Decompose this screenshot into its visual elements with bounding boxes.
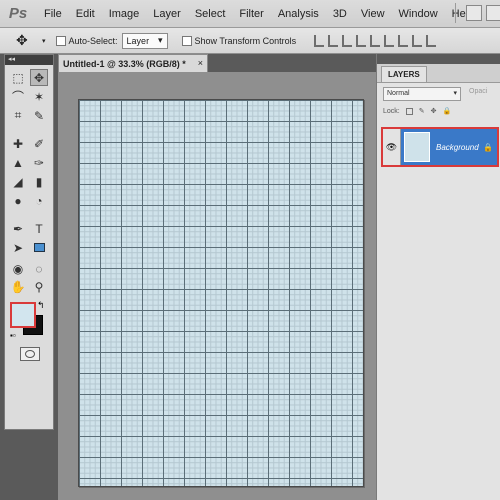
auto-select-checkbox[interactable] (55, 35, 66, 46)
auto-select-value: Layer (126, 35, 150, 46)
align-center-icon[interactable] (370, 34, 381, 47)
path-selection-icon[interactable]: ➤ (9, 239, 27, 256)
menu-view[interactable]: View (354, 0, 392, 28)
tools-panel-area: ◂◂ ⬚ ✥ ⌒ ✶ ⌗ ✎ ✚ ✐ ▲ ✑ ◢ ▮ ● ◔ ✒ T ➤ ◉ ◌… (0, 54, 58, 500)
layers-panel: Normal Opaci Lock: ✎ ✥ 🔒 👁 Background 🔒 (377, 82, 500, 500)
move-tool-icon[interactable]: ✥ (30, 69, 48, 86)
auto-select-label: Auto-Select: (68, 35, 118, 46)
show-transform-label: Show Transform Controls (194, 35, 297, 46)
lock-label: Lock: (383, 107, 400, 115)
bridge-button[interactable] (466, 5, 482, 21)
photoshop-window: Ps File Edit Image Layer Select Filter A… (0, 0, 500, 500)
lock-transparent-icon[interactable] (405, 107, 413, 115)
document-area: Untitled-1 @ 33.3% (RGB/8) * × (58, 54, 376, 500)
healing-brush-icon[interactable]: ✚ (9, 135, 27, 152)
menu-window[interactable]: Window (392, 0, 445, 28)
opacity-label: Opaci (469, 88, 488, 95)
minibridge-button[interactable] (486, 5, 500, 21)
gradient-tool-icon[interactable]: ▮ (30, 173, 48, 190)
menu-3d[interactable]: 3D (326, 0, 354, 28)
distribute-middle-icon[interactable] (412, 34, 423, 47)
align-left-icon[interactable] (356, 34, 367, 47)
magic-wand-icon[interactable]: ✶ (30, 88, 48, 105)
tools-panel: ◂◂ ⬚ ✥ ⌒ ✶ ⌗ ✎ ✚ ✐ ▲ ✑ ◢ ▮ ● ◔ ✒ T ➤ ◉ ◌… (4, 54, 54, 430)
blur-tool-icon[interactable]: ● (9, 192, 27, 209)
layer-thumbnail (404, 132, 430, 162)
menu-file[interactable]: File (32, 0, 69, 28)
menu-analysis[interactable]: Analysis (271, 0, 326, 28)
tools-panel-header[interactable]: ◂◂ (5, 55, 53, 65)
crop-tool-icon[interactable]: ⌗ (9, 107, 27, 124)
document-title: Untitled-1 @ 33.3% (RGB/8) * (63, 58, 186, 69)
shape-tool-icon[interactable] (30, 239, 48, 256)
photoshop-logo: Ps (8, 5, 28, 22)
quick-mask-icon (25, 350, 35, 358)
layers-tab[interactable]: LAYERS (381, 66, 427, 82)
layer-background[interactable]: 👁 Background 🔒 (381, 127, 499, 167)
menu-layer[interactable]: Layer (146, 0, 188, 28)
move-icon[interactable]: ✥ (16, 32, 42, 49)
tool-preset-dropdown[interactable]: ▾ (42, 37, 46, 45)
menu-edit[interactable]: Edit (69, 0, 102, 28)
lock-pixels-icon[interactable]: ✎ (419, 107, 425, 115)
3d-rotate-icon[interactable]: ◉ (9, 260, 27, 277)
zoom-tool-icon[interactable]: ⚲ (30, 278, 48, 295)
chevron-down-icon: ▾ (158, 35, 163, 45)
align-middle-icon[interactable] (328, 34, 339, 47)
align-bottom-icon[interactable] (342, 34, 353, 47)
foreground-color-swatch[interactable] (10, 302, 36, 328)
3d-orbit-icon[interactable]: ◌ (30, 260, 48, 277)
align-icons[interactable] (314, 34, 437, 47)
close-icon[interactable]: × (198, 58, 203, 68)
pen-tool-icon[interactable]: ✒ (9, 220, 27, 237)
options-bar: ✥ ▾ Auto-Select: Layer ▾ Show Transform … (0, 28, 500, 54)
eyedropper-icon[interactable]: ✎ (30, 107, 48, 124)
hand-tool-icon[interactable]: ✋ (9, 278, 27, 295)
lock-all-icon[interactable]: 🔒 (442, 107, 451, 115)
align-right-icon[interactable] (384, 34, 395, 47)
brush-tool-icon[interactable]: ✐ (30, 135, 48, 152)
right-panel: LAYERS Normal Opaci Lock: ✎ ✥ 🔒 👁 Backgr… (376, 54, 500, 500)
show-transform-checkbox[interactable] (181, 35, 192, 46)
document-tab[interactable]: Untitled-1 @ 33.3% (RGB/8) * × (58, 54, 208, 72)
type-tool-icon[interactable]: T (30, 220, 48, 237)
marquee-tool-icon[interactable]: ⬚ (9, 69, 27, 86)
distribute-bottom-icon[interactable] (426, 34, 437, 47)
panel-dock-header (377, 54, 500, 64)
default-colors-icon[interactable]: ▪▫ (10, 331, 16, 340)
menu-select[interactable]: Select (188, 0, 233, 28)
layers-list-empty (377, 169, 500, 500)
history-brush-icon[interactable]: ✑ (30, 154, 48, 171)
lock-position-icon[interactable]: ✥ (431, 107, 437, 115)
distribute-top-icon[interactable] (398, 34, 409, 47)
menu-filter[interactable]: Filter (232, 0, 270, 28)
menu-separator (455, 3, 456, 23)
eye-icon[interactable]: 👁 (383, 129, 401, 165)
swap-colors-icon[interactable]: ↰ (37, 300, 45, 311)
clone-stamp-icon[interactable]: ▲ (9, 154, 27, 171)
layer-name: Background (436, 142, 479, 152)
lasso-tool-icon[interactable]: ⌒ (9, 88, 27, 105)
eraser-icon[interactable]: ◢ (9, 173, 27, 190)
auto-select-dropdown[interactable]: Layer ▾ (121, 32, 168, 49)
menu-image[interactable]: Image (102, 0, 147, 28)
layer-lock-icon: 🔒 (483, 142, 493, 152)
lock-row: Lock: ✎ ✥ 🔒 (383, 107, 451, 115)
align-top-icon[interactable] (314, 34, 325, 47)
canvas[interactable] (78, 99, 364, 487)
blend-mode-dropdown[interactable]: Normal (383, 87, 461, 101)
quick-mask-button[interactable] (20, 347, 40, 361)
dodge-tool-icon[interactable]: ◔ (30, 192, 48, 209)
menu-bar: Ps File Edit Image Layer Select Filter A… (0, 0, 500, 28)
